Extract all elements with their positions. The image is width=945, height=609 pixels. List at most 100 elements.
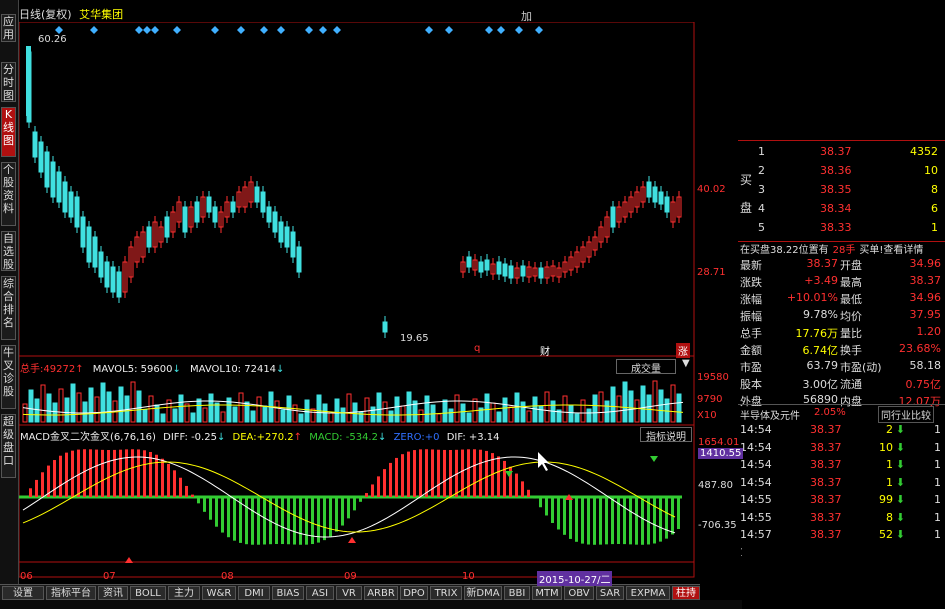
- order-book-row[interactable]: 2 38.36 10: [754, 164, 944, 180]
- tick-count: 1: [934, 458, 941, 471]
- sidebar-item-1[interactable]: 分时图: [1, 62, 16, 102]
- volume-bar: [406, 391, 412, 423]
- tab-11[interactable]: DPO: [400, 586, 428, 600]
- signal-diamond: [319, 26, 327, 34]
- tab-14[interactable]: BBI: [504, 586, 530, 600]
- candle-body: [98, 251, 104, 278]
- volume-bar: [484, 393, 490, 423]
- volume-bar: [202, 407, 208, 423]
- indicator-tab-bar: 设置 指标平台 资讯 BOLL 主力 W&R DMI BIAS ASI VR ARBR DPO TRIX…: [0, 584, 700, 601]
- order-book-row[interactable]: 5 38.33 1: [754, 221, 944, 237]
- x-axis-label: 06: [20, 571, 33, 582]
- tab-7[interactable]: BIAS: [272, 586, 304, 600]
- tick-row[interactable]: 14:57 38.37 52 ⬇ 1: [738, 528, 945, 545]
- chevron-down-icon[interactable]: ▼: [682, 358, 690, 369]
- tab-6[interactable]: DMI: [238, 586, 270, 600]
- tick-list[interactable]: 14:54 38.37 2 ⬇ 1 14:54 38.37 10 ⬇ 1 14:54…: [738, 423, 945, 563]
- tab-3[interactable]: BOLL: [130, 586, 166, 600]
- order-book-row[interactable]: 3 38.35 8: [754, 183, 944, 199]
- candle-body: [56, 171, 62, 203]
- volume-type-button[interactable]: 成交量: [616, 359, 676, 375]
- tick-row[interactable]: 14:55 38.37 99 ⬇ 1: [738, 493, 945, 510]
- tab-12[interactable]: TRIX: [430, 586, 462, 600]
- sidebar-item-0[interactable]: 应用: [1, 14, 16, 42]
- tick-price: 38.37: [810, 510, 842, 524]
- candle-body: [92, 236, 98, 268]
- order-note[interactable]: 在买盘38.22位置有 28手 买单!查看详情: [740, 241, 945, 256]
- sidebar-item-3[interactable]: 个股资料: [1, 162, 16, 226]
- industry-compare-button[interactable]: 同行业比较: [878, 406, 934, 423]
- tick-row[interactable]: 14:54 38.37 2 ⬇ 1: [738, 423, 945, 440]
- tab-2[interactable]: 资讯: [98, 586, 128, 600]
- volume-total-value: 49272: [43, 364, 76, 375]
- tab-0[interactable]: 设置: [2, 586, 44, 600]
- x-axis-label: 09: [344, 571, 357, 582]
- tab-13[interactable]: 新DMA: [464, 586, 502, 600]
- quote-value: +3.49: [804, 274, 838, 287]
- volume-bar: [424, 395, 430, 423]
- quote-label: 最高: [840, 276, 862, 289]
- candle-body: [86, 226, 92, 263]
- volume-bar: [22, 403, 28, 423]
- tick-price: 38.37: [810, 458, 842, 471]
- sidebar-item-7[interactable]: 超级盘口: [1, 414, 16, 478]
- tab-15[interactable]: MTM: [532, 586, 562, 600]
- signal-arrow-icon: [348, 537, 356, 543]
- period-label[interactable]: 日线(复权): [19, 8, 72, 21]
- order-volume: 8: [931, 183, 938, 196]
- order-note-right[interactable]: 买单!查看详情: [859, 245, 923, 256]
- sidebar-item-6[interactable]: 牛叉诊股: [1, 345, 16, 409]
- macd-name: MACD金叉二次金叉(6,76,16): [20, 432, 156, 443]
- quote-value: 0.75亿: [905, 378, 942, 391]
- tab-4[interactable]: 主力: [168, 586, 200, 600]
- signal-diamond: [55, 26, 63, 34]
- sidebar-item-5[interactable]: 综合排名: [1, 276, 16, 340]
- quote-label: 最新: [740, 259, 762, 272]
- order-book-row[interactable]: 4 38.34 6: [754, 202, 944, 218]
- tab-17[interactable]: SAR: [596, 586, 624, 600]
- tick-row[interactable]: 14:54 38.37 1 ⬇ 1: [738, 458, 945, 475]
- add-button[interactable]: 加: [521, 8, 535, 23]
- volume-bar: [100, 382, 106, 423]
- candle-body: [272, 211, 278, 233]
- indicator-help-button[interactable]: 指标说明: [640, 427, 692, 443]
- sidebar-item-2[interactable]: K线图: [1, 107, 16, 157]
- tab-19[interactable]: 柱持: [672, 586, 700, 600]
- tab-1[interactable]: 指标平台: [46, 586, 96, 600]
- quote-value: 6.74亿: [802, 344, 839, 357]
- quote-row: 股本 3.00亿 流通 0.75亿: [738, 376, 945, 393]
- tab-5[interactable]: W&R: [202, 586, 236, 600]
- tab-8[interactable]: ASI: [306, 586, 334, 600]
- tab-16[interactable]: OBV: [564, 586, 594, 600]
- tick-row[interactable]: 14:54 38.37 1 ⬇ 1: [738, 476, 945, 493]
- volume-bar: [454, 394, 460, 423]
- tick-row[interactable]: 14:54 38.37 10 ⬇ 1: [738, 441, 945, 458]
- sector-name[interactable]: 半导体及元件: [740, 407, 800, 422]
- macd-bar: [551, 497, 554, 523]
- mavol10-label: MAVOL10:: [190, 364, 242, 375]
- macd-bar: [365, 493, 368, 497]
- volume-bar: [376, 392, 382, 423]
- tick-volume: 1: [886, 475, 893, 489]
- order-level: 5: [758, 221, 765, 234]
- tab-9[interactable]: VR: [336, 586, 362, 600]
- tab-10[interactable]: ARBR: [364, 586, 398, 600]
- macd-bar: [383, 469, 386, 497]
- volume-bar: [214, 402, 220, 423]
- kline-chart[interactable]: [19, 22, 697, 578]
- candle-body: [62, 181, 68, 213]
- volume-bar: [628, 390, 634, 423]
- signal-diamond: [211, 26, 219, 34]
- macd-bar: [161, 458, 164, 497]
- tab-18[interactable]: EXPMA: [626, 586, 670, 600]
- tick-row[interactable]: 14:55 38.37 8 ⬇ 1: [738, 511, 945, 528]
- signal-diamond: [485, 26, 493, 34]
- macd-bar: [563, 497, 566, 535]
- candle-body: [296, 246, 302, 273]
- macd-bar: [197, 497, 200, 504]
- quote-value: 38.37: [909, 274, 942, 287]
- order-book-row[interactable]: 1 38.37 4352: [754, 145, 944, 161]
- macd-bar: [527, 489, 530, 497]
- macd-bar: [263, 497, 266, 545]
- sidebar-item-4[interactable]: 自选股: [1, 231, 16, 271]
